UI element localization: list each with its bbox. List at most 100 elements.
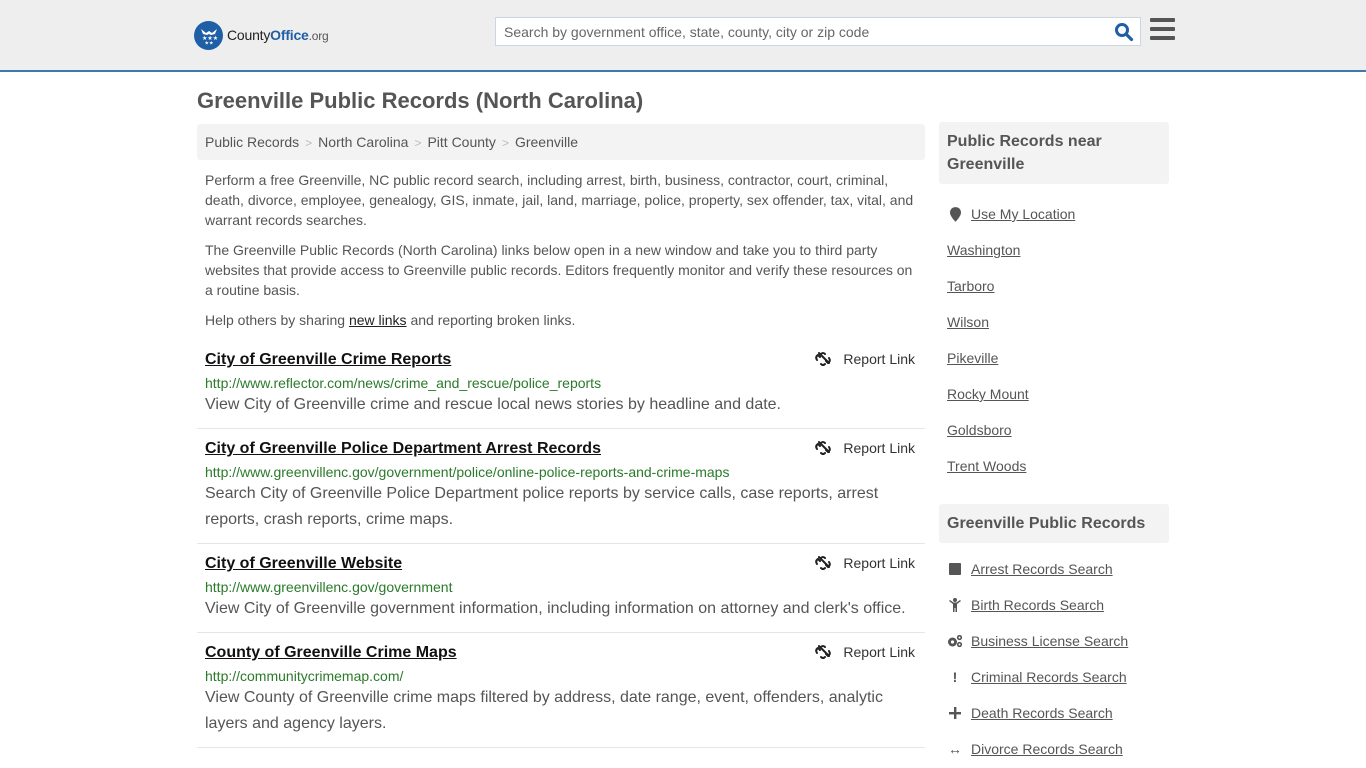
- nearby-city-item: Rocky Mount: [947, 376, 1161, 412]
- menu-bar: [1150, 36, 1175, 40]
- record-description: View County of Greenville crime maps fil…: [205, 689, 883, 732]
- record-url: http://www.greenvillenc.gov/government: [205, 579, 453, 595]
- intro-paragraph-3: Help others by sharing new links and rep…: [205, 310, 920, 330]
- search-input[interactable]: [496, 18, 1096, 45]
- breadcrumb-north-carolina[interactable]: North Carolina: [318, 134, 408, 150]
- nearby-list: Use My Location Washington Tarboro Wilso…: [939, 184, 1169, 484]
- death-records-link[interactable]: Death Records Search: [971, 705, 1113, 721]
- breadcrumb-separator: >: [305, 136, 313, 150]
- report-link-button[interactable]: Report Link: [815, 555, 915, 571]
- menu-bar: [1150, 18, 1175, 22]
- record-item: City of Greenville Website Report Link h…: [197, 544, 925, 633]
- map-marker-icon: [947, 206, 963, 222]
- criminal-records-link[interactable]: Criminal Records Search: [971, 669, 1127, 685]
- exclamation-icon: !: [952, 669, 958, 685]
- records-search-item: ! Criminal Records Search: [947, 659, 1161, 695]
- breadcrumb: Public Records > North Carolina > Pitt Count…: [197, 124, 925, 160]
- intro-p3-text-end: and reporting broken links.: [406, 312, 576, 328]
- breadcrumb-public-records[interactable]: Public Records: [205, 134, 299, 150]
- report-link-button[interactable]: Report Link: [815, 644, 915, 660]
- new-links-link[interactable]: new links: [349, 312, 407, 328]
- broken-link-icon: [815, 441, 832, 455]
- breadcrumb-separator: >: [414, 136, 422, 150]
- svg-text:★★: ★★: [204, 41, 213, 47]
- record-title-link[interactable]: City of Greenville Crime Reports: [205, 350, 451, 370]
- square-icon: [947, 561, 963, 577]
- child-icon: [947, 597, 963, 613]
- record-title-link[interactable]: County of Greenville Crime Maps: [205, 643, 457, 663]
- use-my-location-link[interactable]: Use My Location: [971, 206, 1075, 222]
- broken-link-icon: [815, 645, 832, 659]
- records-search-list: Arrest Records Search Birth Records Sear…: [939, 543, 1169, 767]
- site-logo[interactable]: ★★★ ★★ CountyOffice.org: [194, 20, 329, 50]
- logo-text-tld: .org: [308, 29, 329, 43]
- record-item: County of Greenville Crime Maps Report L…: [197, 633, 925, 748]
- record-item: City of Greenville Crime Reports Report …: [197, 340, 925, 429]
- eagle-logo-icon: ★★★ ★★: [194, 20, 223, 50]
- broken-link-icon: [815, 556, 832, 570]
- record-title-link[interactable]: City of Greenville Website: [205, 554, 402, 574]
- intro-paragraph-1: Perform a free Greenville, NC public rec…: [205, 172, 914, 228]
- report-link-button[interactable]: Report Link: [815, 440, 915, 456]
- report-link-label: Report Link: [843, 351, 915, 367]
- intro-p3-text: Help others by sharing: [205, 312, 349, 328]
- menu-bar: [1150, 27, 1175, 31]
- records-search-item: Business License Search: [947, 623, 1161, 659]
- nearby-city-link[interactable]: Goldsboro: [947, 422, 1012, 438]
- nearby-heading: Public Records near Greenville: [939, 122, 1169, 184]
- report-link-button[interactable]: Report Link: [815, 351, 915, 367]
- search-box: [495, 17, 1141, 46]
- record-description: View City of Greenville crime and rescue…: [205, 396, 781, 413]
- records-block: Greenville Public Records Arrest Records…: [939, 504, 1169, 767]
- nearby-city-item: Goldsboro: [947, 412, 1161, 448]
- record-title-link[interactable]: City of Greenville Police Department Arr…: [205, 439, 601, 459]
- nearby-city-link[interactable]: Pikeville: [947, 350, 998, 366]
- site-header: ★★★ ★★ CountyOffice.org: [0, 0, 1366, 72]
- logo-text-county: County: [227, 27, 271, 43]
- hamburger-menu-icon[interactable]: [1150, 18, 1175, 42]
- nearby-city-link[interactable]: Rocky Mount: [947, 386, 1029, 402]
- intro-text: Perform a free Greenville, NC public rec…: [205, 170, 920, 340]
- record-url: http://www.greenvillenc.gov/government/p…: [205, 464, 730, 480]
- records-search-item: ↔ Divorce Records Search: [947, 731, 1161, 767]
- nearby-city-item: Tarboro: [947, 268, 1161, 304]
- broken-link-icon: [815, 352, 832, 366]
- plus-icon: [947, 705, 963, 721]
- record-description: Search City of Greenville Police Departm…: [205, 485, 879, 528]
- business-license-link[interactable]: Business License Search: [971, 633, 1128, 649]
- record-url: http://communitycrimemap.com/: [205, 668, 404, 684]
- nearby-city-item: Pikeville: [947, 340, 1161, 376]
- records-heading: Greenville Public Records: [939, 504, 1169, 543]
- arrows-horizontal-icon: ↔: [948, 741, 962, 757]
- breadcrumb-pitt-county[interactable]: Pitt County: [427, 134, 495, 150]
- records-search-item: Death Records Search: [947, 695, 1161, 731]
- logo-text-office: Office: [270, 27, 309, 43]
- records-search-item: Birth Records Search: [947, 587, 1161, 623]
- nearby-city-item: Wilson: [947, 304, 1161, 340]
- gears-icon: [947, 633, 963, 649]
- birth-records-link[interactable]: Birth Records Search: [971, 597, 1104, 613]
- divorce-records-link[interactable]: Divorce Records Search: [971, 741, 1123, 757]
- nearby-city-link[interactable]: Tarboro: [947, 278, 994, 294]
- nearby-city-link[interactable]: Trent Woods: [947, 458, 1026, 474]
- use-location-item: Use My Location: [947, 196, 1161, 232]
- search-icon[interactable]: [1114, 22, 1134, 42]
- records-list: City of Greenville Crime Reports Report …: [197, 340, 925, 748]
- records-search-item: Arrest Records Search: [947, 551, 1161, 587]
- record-item: City of Greenville Police Department Arr…: [197, 429, 925, 544]
- breadcrumb-separator: >: [501, 136, 509, 150]
- arrest-records-link[interactable]: Arrest Records Search: [971, 561, 1113, 577]
- nearby-city-item: Washington: [947, 232, 1161, 268]
- breadcrumb-greenville[interactable]: Greenville: [515, 134, 578, 150]
- nearby-city-link[interactable]: Wilson: [947, 314, 989, 330]
- report-link-label: Report Link: [843, 644, 915, 660]
- report-link-label: Report Link: [843, 440, 915, 456]
- record-url: http://www.reflector.com/news/crime_and_…: [205, 375, 602, 391]
- logo-text: CountyOffice.org: [227, 27, 329, 43]
- page-title: Greenville Public Records (North Carolin…: [197, 88, 644, 113]
- sidebar: Public Records near Greenville Use My Lo…: [939, 122, 1169, 767]
- record-description: View City of Greenville government infor…: [205, 600, 906, 617]
- report-link-label: Report Link: [843, 555, 915, 571]
- intro-paragraph-2: The Greenville Public Records (North Car…: [205, 242, 913, 298]
- nearby-city-link[interactable]: Washington: [947, 242, 1020, 258]
